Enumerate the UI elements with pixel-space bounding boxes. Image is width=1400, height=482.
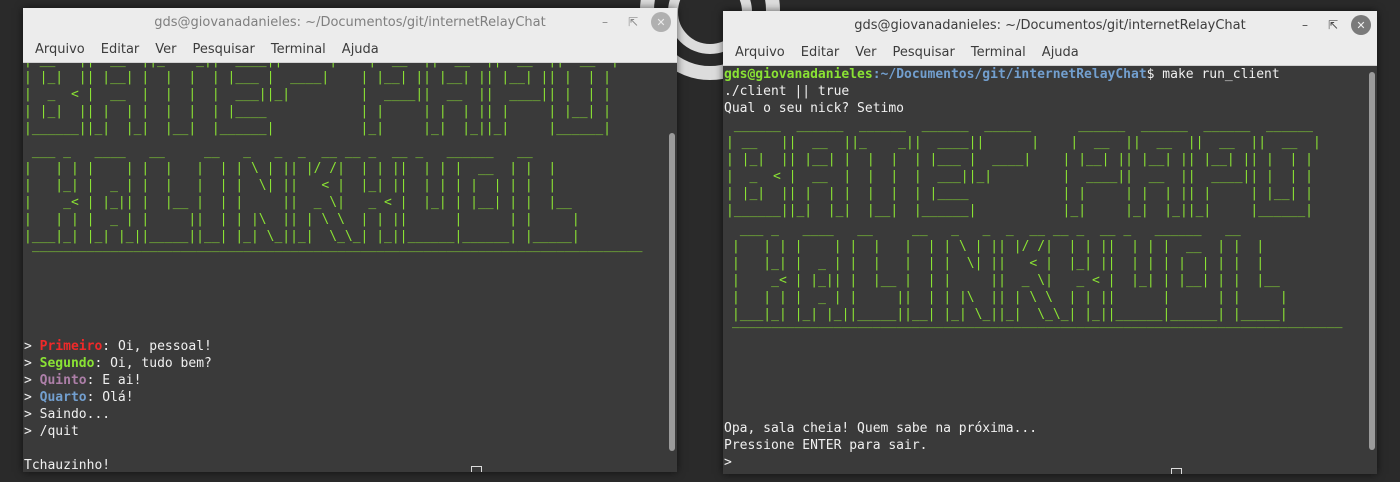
menu-ver[interactable]: Ver xyxy=(147,42,184,57)
menu-ver[interactable]: Ver xyxy=(847,45,884,60)
banner-bate-papo: ______ ______ ______ ______ ______ _____… xyxy=(24,63,619,136)
command-line: > /quit xyxy=(24,424,79,439)
menu-ajuda[interactable]: Ajuda xyxy=(1034,45,1087,60)
room-full-line: Opa, sala cheia! Quem sabe na próxima... xyxy=(724,421,1038,436)
title-bar[interactable]: gds@giovanadanieles: ~/Documentos/git/in… xyxy=(23,8,677,36)
status-line: > Saindo... xyxy=(24,407,111,422)
menu-ajuda[interactable]: Ajuda xyxy=(334,42,387,57)
terminal-output[interactable]: gds@giovanadanieles:~/Documentos/git/int… xyxy=(723,66,1377,474)
press-enter-line: Pressione ENTER para sair. xyxy=(724,438,928,453)
maximize-button[interactable]: ⇱ xyxy=(623,12,643,32)
window-title: gds@giovanadanieles: ~/Documentos/git/in… xyxy=(854,17,1246,33)
terminal-window-left[interactable]: gds@giovanadanieles: ~/Documentos/git/in… xyxy=(23,8,677,472)
prompt-path: :~/Documentos/git/internetRelayChat xyxy=(872,67,1147,82)
chat-line: > Segundo: Oi, tudo bem? xyxy=(24,356,212,371)
nick-quinto: Quinto xyxy=(39,373,87,388)
chat-line: > Quarto: Olá! xyxy=(24,390,134,405)
banner-rule: ________________________________________… xyxy=(732,314,1343,329)
input-prompt[interactable]: > xyxy=(724,454,1037,471)
minimize-button[interactable]: – xyxy=(1295,15,1315,35)
nick-primeiro: Primeiro xyxy=(39,339,103,354)
chat-line: > Quinto: E ai! xyxy=(24,373,142,388)
menu-editar[interactable]: Editar xyxy=(793,45,848,60)
menu-arquivo[interactable]: Arquivo xyxy=(27,42,93,57)
mouse-cursor-icon xyxy=(471,466,482,472)
minimize-button[interactable]: – xyxy=(595,12,615,32)
command-echo-line: ./client || true xyxy=(724,84,850,99)
scrollbar-thumb[interactable] xyxy=(1369,72,1375,450)
menu-bar: Arquivo Editar Ver Pesquisar Terminal Aj… xyxy=(23,36,677,63)
banner-rule: ________________________________________… xyxy=(32,238,643,253)
menu-editar[interactable]: Editar xyxy=(93,42,148,57)
chat-line: > Primeiro: Oi, pessoal! xyxy=(24,339,212,354)
menu-terminal[interactable]: Terminal xyxy=(963,45,1034,60)
menu-bar: Arquivo Editar Ver Pesquisar Terminal Aj… xyxy=(723,39,1377,66)
banner-kalinkuol: ___ _ ____ __ __ _ _ _ __ __ _ __ _ ____… xyxy=(24,144,580,244)
menu-arquivo[interactable]: Arquivo xyxy=(727,45,793,60)
window-title: gds@giovanadanieles: ~/Documentos/git/in… xyxy=(154,14,546,30)
chat-log: > Primeiro: Oi, pessoal! > Segundo: Oi, … xyxy=(24,338,212,472)
shell-prompt-line: gds@giovanadanieles:~/Documentos/git/int… xyxy=(724,66,1365,83)
nick-segundo: Segundo xyxy=(39,356,95,371)
terminal-window-right[interactable]: gds@giovanadanieles: ~/Documentos/git/in… xyxy=(723,11,1377,474)
terminal-output[interactable]: ______ ______ ______ ______ ______ _____… xyxy=(23,63,677,472)
scrollbar-thumb[interactable] xyxy=(669,133,675,451)
banner-kalinkuol: ___ _ ____ __ __ _ _ _ __ __ _ __ _ ____… xyxy=(732,222,1288,322)
title-bar[interactable]: gds@giovanadanieles: ~/Documentos/git/in… xyxy=(723,11,1377,39)
nick-quarto: Quarto xyxy=(39,390,87,405)
close-button[interactable]: ✕ xyxy=(651,12,671,32)
menu-terminal[interactable]: Terminal xyxy=(263,42,334,57)
menu-pesquisar[interactable]: Pesquisar xyxy=(885,45,963,60)
menu-pesquisar[interactable]: Pesquisar xyxy=(185,42,263,57)
server-message: Opa, sala cheia! Quem sabe na próxima...… xyxy=(724,420,1037,471)
close-button[interactable]: ✕ xyxy=(1351,15,1371,35)
prompt-user: gds@giovanadanieles xyxy=(724,67,873,82)
mouse-cursor-icon xyxy=(1171,468,1182,474)
nick-question-line: Qual o seu nick? Setimo xyxy=(724,101,905,116)
prompt-command: $ make run_client xyxy=(1146,67,1280,82)
banner-bate-papo: ______ ______ ______ ______ ______ _____… xyxy=(726,118,1321,218)
goodbye-line: Tchauzinho! xyxy=(24,458,111,472)
maximize-button[interactable]: ⇱ xyxy=(1323,15,1343,35)
